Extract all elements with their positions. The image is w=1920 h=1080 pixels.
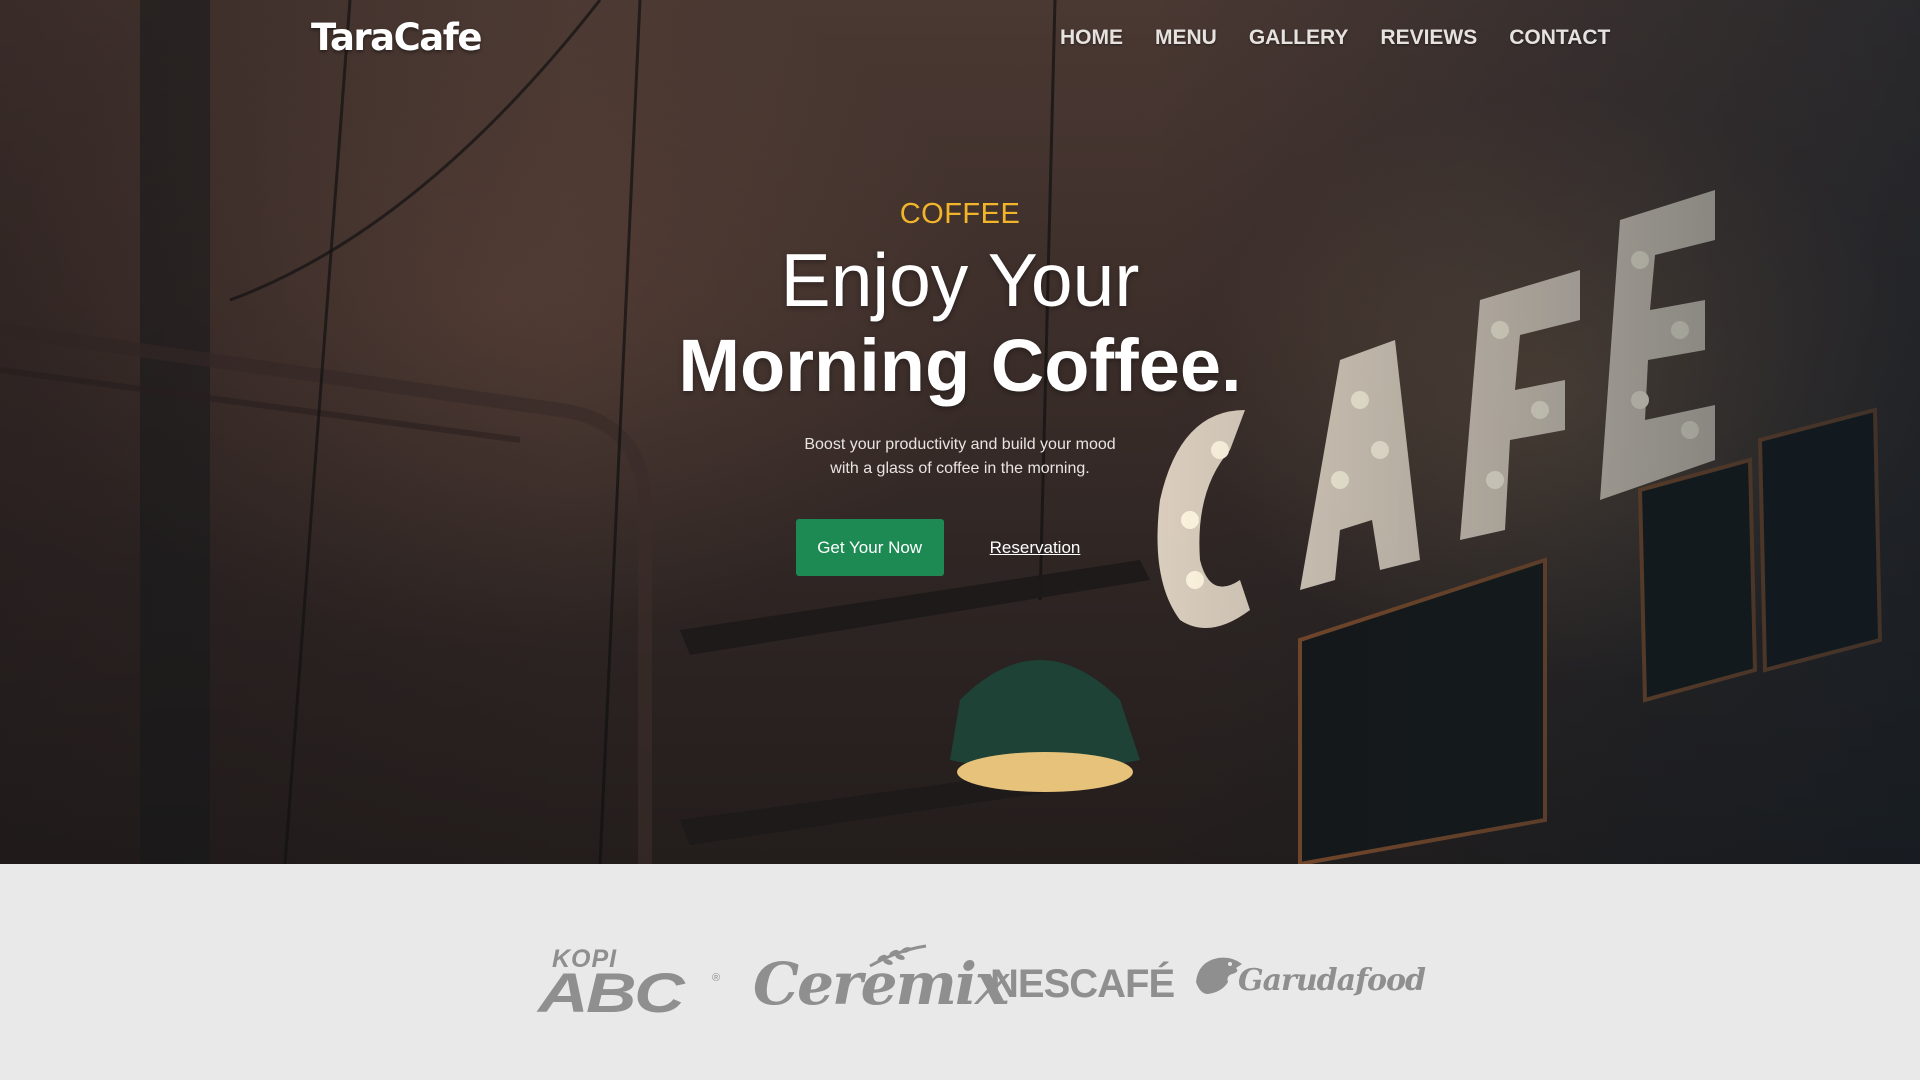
get-your-now-button[interactable]: Get Your Now [795,519,944,576]
kopi-abc-line2: ABC [538,961,685,1024]
wheat-icon [869,944,927,968]
site-logo[interactable]: TaraCafe [311,16,482,59]
nav-contact[interactable]: CONTACT [1509,26,1610,50]
partner-logo-kopi-abc: KOPI ABC ® [538,947,726,1021]
hero-eyebrow: COFFEE [899,198,1021,230]
garudafood-wordmark: Garudafood [1238,963,1426,998]
hero-subtext: Boost your productivity and build your m… [804,436,1116,477]
main-nav: HOME MENU GALLERY REVIEWS CONTACT [1060,26,1642,50]
nav-reviews[interactable]: REVIEWS [1380,26,1477,50]
nav-menu[interactable]: MENU [1155,26,1217,50]
garuda-bird-icon [1196,957,1242,994]
hero-content: COFFEE Enjoy Your Morning Coffee. Boost … [560,198,1360,576]
hero-headline-line2: Morning Coffee. [678,324,1242,407]
hero-section: TaraCafe HOME MENU GALLERY REVIEWS CONTA… [0,0,1920,864]
registered-mark: ® [712,972,721,984]
hero-headline-line1: Enjoy Your [780,238,1140,322]
partner-logos-section: KOPI ABC ® Ceremix NESCAFÉ Garudafood [0,864,1920,1080]
nav-home[interactable]: HOME [1060,26,1123,50]
partner-logo-garudafood: Garudafood [1192,952,1426,1000]
nav-gallery[interactable]: GALLERY [1249,26,1349,50]
hero-actions: Get Your Now Reservation [560,519,1360,576]
reservation-link[interactable]: Reservation [990,538,1081,558]
partner-logo-nescafe: NESCAFÉ [990,962,1175,1006]
